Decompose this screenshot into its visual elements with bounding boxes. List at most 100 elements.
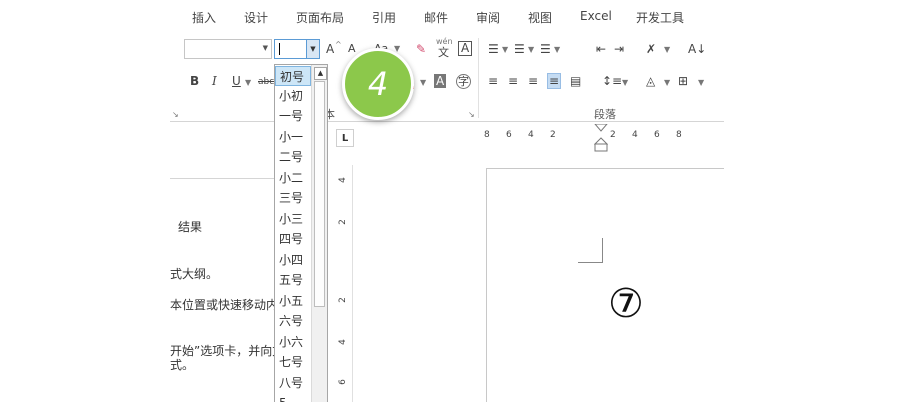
phonetic-pinyin: wén [436,37,453,46]
multilevel-list-icon[interactable]: ☰ [540,42,551,56]
tab-stop-selector[interactable]: L [336,129,354,147]
ruler-tick-label: 2 [337,297,348,303]
scrollbar-thumb[interactable] [314,81,325,307]
ruler-tick-label: 2 [337,219,348,225]
chevron-down-icon[interactable]: ▼ [622,78,628,87]
tab-references[interactable]: 引用 [372,9,396,26]
char-shading-button[interactable]: A [434,74,447,88]
nav-help-line-4: 式。 [170,358,195,372]
italic-button[interactable]: I [212,74,217,88]
font-size-option[interactable]: 七号 [275,352,311,372]
tab-page-layout[interactable]: 页面布局 [296,9,344,26]
dialog-launcher-icon[interactable]: ↘ [172,110,179,119]
font-size-option[interactable]: 五号 [275,270,311,290]
font-size-option[interactable]: 三号 [275,188,311,208]
font-size-option[interactable]: 六号 [275,311,311,331]
underline-button[interactable]: U [232,74,241,88]
decrease-indent-icon[interactable]: ⇤ [596,42,606,56]
distribute-icon[interactable]: ▤ [570,74,581,88]
font-size-option[interactable]: 5 [275,393,311,402]
ribbon-bottom-border [170,121,724,122]
font-size-combo[interactable]: ▼ [274,39,320,59]
increase-indent-icon[interactable]: ⇥ [614,42,624,56]
paragraph-group-label: 段落 [594,108,616,121]
chevron-down-icon[interactable]: ▼ [698,78,704,87]
font-size-option[interactable]: 小初 [275,86,311,106]
borders-icon[interactable]: ⊞ [678,74,688,88]
font-size-option[interactable]: 小六 [275,332,311,352]
numbering-icon[interactable]: ☰ [514,42,525,56]
chevron-down-icon[interactable]: ▼ [502,45,508,54]
align-left-icon[interactable]: ≡ [488,74,498,88]
ruler-tick-label: 2 [610,130,616,140]
circled-number-seven: ⑦ [608,281,644,327]
tab-design[interactable]: 设计 [244,9,268,26]
font-size-option[interactable]: 小三 [275,209,311,229]
nav-results-tab[interactable]: 结果 [178,218,202,235]
font-size-option[interactable]: 八号 [275,373,311,393]
ruler-tick-label: 8 [676,130,682,140]
ruler-tick-label: 2 [550,130,556,140]
enclose-char-button[interactable]: 字 [456,74,471,89]
text-caret [279,43,280,55]
align-right-icon[interactable]: ≡ [528,74,538,88]
font-size-option[interactable]: 小五 [275,291,311,311]
shrink-font-button[interactable]: A [348,42,356,56]
chevron-down-icon[interactable]: ▼ [420,78,426,87]
tab-view[interactable]: 视图 [528,9,552,26]
tab-insert[interactable]: 插入 [192,9,216,26]
sort-button[interactable]: A↓ [688,42,706,56]
bullets-icon[interactable]: ☰ [488,42,499,56]
tab-mailings[interactable]: 邮件 [424,9,448,26]
caret-up-icon: ^ [335,40,342,49]
ruler-tick-label: 6 [337,379,348,385]
nav-help-line-1: 式大纲。 [170,267,219,281]
group-divider [478,38,479,118]
ruler-tick-label: 6 [654,130,660,140]
font-size-option[interactable]: 二号 [275,147,311,167]
font-size-option[interactable]: 初号 [275,66,311,86]
ruler-tick-label: 4 [337,177,348,183]
justify-icon[interactable]: ≡ [547,73,562,89]
ruler-tick-label: 4 [528,130,534,140]
bold-button[interactable]: B [190,74,199,88]
dropdown-scrollbar[interactable]: ▲ [311,65,327,402]
align-center-icon[interactable]: ≡ [508,74,518,88]
ribbon: ▼ ▼ A ^ A Aa ▼ ✎ wén 文 A B I U ▼ abc A ▼… [170,32,724,122]
font-size-dropdown[interactable]: 初号 小初 一号 小一 二号 小二 三号 小三 四号 小四 五号 小五 六号 小… [274,64,328,402]
chevron-down-icon[interactable]: ▼ [664,78,670,87]
chevron-down-icon[interactable]: ▼ [263,44,268,52]
tab-excel[interactable]: Excel [580,9,612,23]
ruler-tick-label: 4 [632,130,638,140]
clear-format-icon[interactable]: ✎ [416,42,426,56]
tab-developer[interactable]: 开发工具 [636,9,684,26]
font-size-option[interactable]: 四号 [275,229,311,249]
phonetic-guide-button[interactable]: 文 [438,46,449,60]
font-size-option[interactable]: 小二 [275,168,311,188]
chevron-down-icon[interactable]: ▼ [306,40,319,58]
scroll-up-icon[interactable]: ▲ [314,67,327,80]
dialog-launcher-icon[interactable]: ↘ [468,110,475,119]
font-size-option[interactable]: 小一 [275,127,311,147]
grow-font-button[interactable]: A [326,42,334,56]
indent-marker-icon[interactable] [594,124,608,152]
font-size-option[interactable]: 一号 [275,106,311,126]
chevron-down-icon[interactable]: ▼ [554,45,560,54]
font-name-combo[interactable]: ▼ [184,39,272,59]
char-border-button[interactable]: A [458,41,473,56]
chevron-down-icon[interactable]: ▼ [528,45,534,54]
line-spacing-icon[interactable]: ↕≡ [602,74,622,88]
chevron-down-icon[interactable]: ▼ [664,45,670,54]
ruler-tick-label: 8 [484,130,490,140]
strikethrough-button[interactable]: abc [258,75,274,89]
paint-bucket-icon[interactable]: ◬ [646,74,655,88]
tab-review[interactable]: 审阅 [476,9,500,26]
asian-layout-icon[interactable]: ✗ [646,42,656,56]
document-page[interactable] [486,168,724,402]
chevron-down-icon[interactable]: ▼ [245,78,251,87]
word-window: 插入 设计 页面布局 引用 邮件 审阅 视图 Excel 开发工具 ▼ ▼ A … [170,0,724,402]
nav-help-line-2: 本位置或快速移动内容 [170,298,291,312]
horizontal-ruler[interactable]: 8 6 4 2 2 4 6 8 [480,124,724,152]
font-size-option[interactable]: 小四 [275,250,311,270]
vertical-ruler[interactable]: 4 2 2 4 6 [338,165,353,402]
